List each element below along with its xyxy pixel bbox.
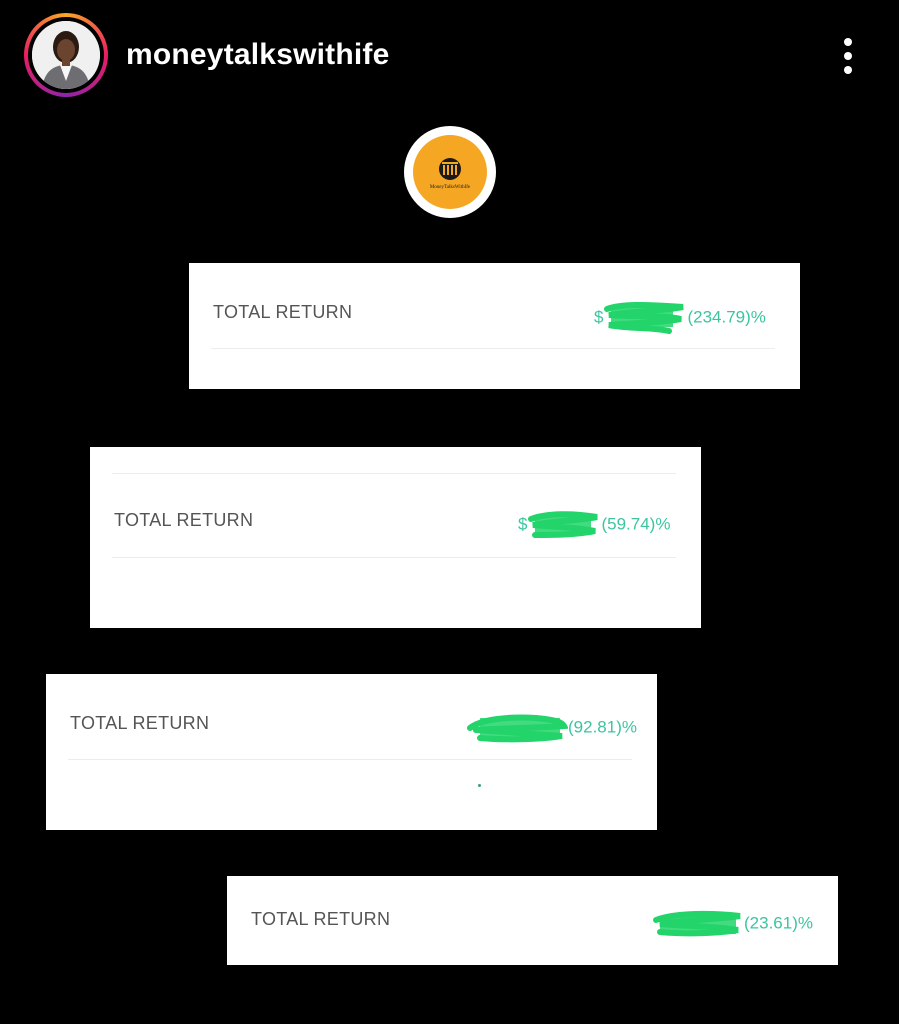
total-return-value: $ (234.79)%: [594, 301, 766, 335]
total-return-value: (92.81)%: [466, 712, 637, 744]
total-return-label: TOTAL RETURN: [114, 510, 254, 530]
instagram-post: moneytalkswithife MoneyTalksWithIfe TOTA…: [0, 0, 899, 1024]
brand-logo: MoneyTalksWithIfe: [404, 126, 496, 218]
more-vertical-icon: [844, 38, 852, 46]
redaction-scribble-icon: [467, 714, 568, 743]
total-return-value: $ (59.74)%: [518, 509, 670, 541]
total-return-card-4: TOTAL RETURN (23.61)%: [227, 876, 838, 965]
currency-symbol: $: [518, 514, 528, 534]
total-return-card-1: TOTAL RETURN $ (234.79)%: [189, 263, 800, 389]
logo-wordmark: MoneyTalksWithIfe: [429, 185, 471, 190]
redaction-scribble-icon: [653, 910, 741, 937]
total-return-card-2: TOTAL RETURN $ (59.74)%: [90, 447, 701, 628]
percent-return: (234.79)%: [687, 307, 766, 327]
story-ring[interactable]: [24, 13, 108, 97]
post-header: moneytalkswithife: [0, 0, 899, 112]
divider: [112, 473, 676, 474]
username-link[interactable]: moneytalkswithife: [126, 38, 389, 72]
divider: [112, 557, 676, 558]
building-icon: [439, 158, 461, 180]
redaction-scribble-icon: [528, 511, 599, 538]
redaction-scribble-icon: [604, 302, 685, 334]
divider: [211, 348, 775, 349]
divider: [68, 759, 632, 760]
percent-return: (92.81)%: [568, 717, 637, 737]
profile-photo-avatar-icon: [32, 21, 100, 89]
percent-return: (23.61)%: [744, 913, 813, 933]
total-return-value: (23.61)%: [652, 908, 813, 940]
total-return-label: TOTAL RETURN: [213, 302, 353, 322]
total-return-card-3: TOTAL RETURN (92.81)%: [46, 674, 657, 830]
currency-symbol: $: [594, 307, 604, 327]
stray-dot: [478, 784, 481, 787]
more-options-button[interactable]: [830, 32, 866, 80]
total-return-label: TOTAL RETURN: [251, 909, 391, 929]
total-return-label: TOTAL RETURN: [70, 713, 210, 733]
percent-return: (59.74)%: [601, 514, 671, 534]
avatar[interactable]: [32, 21, 100, 89]
